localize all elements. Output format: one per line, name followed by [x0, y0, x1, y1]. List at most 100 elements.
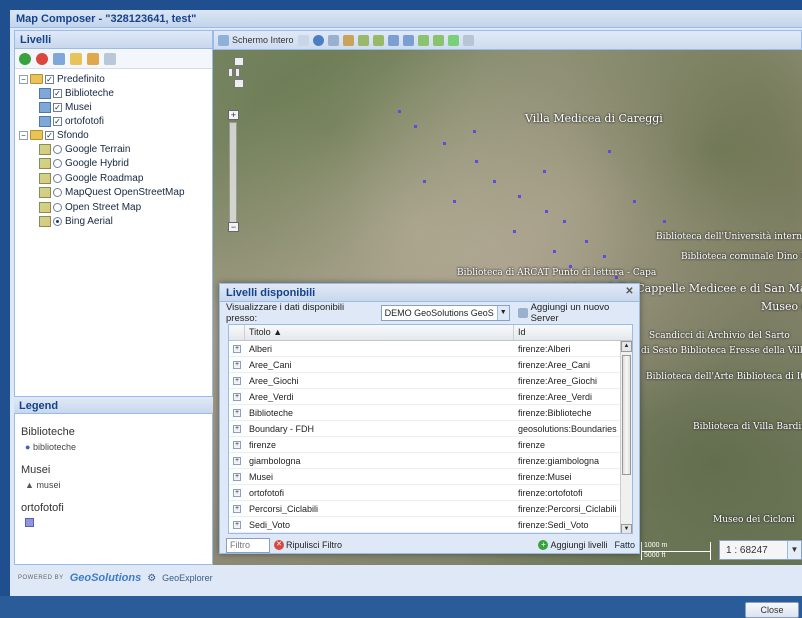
table-row[interactable]: + Musei firenze:Musei [229, 469, 632, 485]
expand-icon[interactable]: + [233, 488, 241, 497]
pan-up-icon[interactable] [234, 57, 244, 66]
map-marker[interactable] [493, 180, 496, 183]
tree-base-layer-item[interactable]: Google Roadmap [19, 171, 208, 186]
close-button[interactable]: Close [745, 602, 799, 618]
zoom-in-icon[interactable] [357, 34, 369, 46]
map-marker[interactable] [603, 255, 606, 258]
table-row[interactable]: + Aree_Giochi firenze:Aree_Giochi [229, 373, 632, 389]
table-row[interactable]: + Biblioteche firenze:Biblioteche [229, 405, 632, 421]
radio-button[interactable] [53, 144, 62, 154]
expand-icon[interactable]: + [233, 344, 241, 353]
layer-properties-icon[interactable] [53, 52, 65, 65]
map-marker[interactable] [615, 276, 618, 279]
add-layers-button[interactable]: + Aggiungi livelli [538, 540, 607, 550]
map-marker[interactable] [633, 200, 636, 203]
column-title-header[interactable]: Titolo ▲ [245, 325, 514, 340]
radio-button[interactable] [53, 188, 62, 198]
pan-left-icon[interactable] [228, 68, 233, 77]
map-marker[interactable] [608, 150, 611, 153]
checkbox[interactable]: ✓ [45, 74, 54, 84]
pan-icon[interactable] [297, 34, 309, 46]
map-marker[interactable] [453, 200, 456, 203]
collapse-icon[interactable]: − [19, 130, 28, 140]
scroll-down-icon[interactable]: ▼ [621, 524, 632, 533]
server-select[interactable]: DEMO GeoSolutions GeoS ▼ [380, 305, 510, 321]
table-row[interactable]: + firenze firenze [229, 437, 632, 453]
checkbox[interactable]: ✓ [53, 88, 62, 98]
chevron-down-icon[interactable]: ▼ [787, 541, 801, 559]
radio-button[interactable] [53, 173, 62, 183]
expand-icon[interactable]: + [233, 360, 241, 369]
map-marker[interactable] [443, 142, 446, 145]
tree-base-layer-item[interactable]: MapQuest OpenStreetMap [19, 186, 208, 201]
map-marker[interactable] [518, 195, 521, 198]
measure-icon[interactable] [342, 34, 354, 46]
scroll-thumb[interactable] [622, 355, 631, 475]
map-marker[interactable] [423, 180, 426, 183]
print-icon[interactable] [462, 34, 474, 46]
zoom-out-button[interactable]: − [228, 222, 239, 232]
table-row[interactable]: + Sedi_Voto firenze:Sedi_Voto [229, 517, 632, 533]
add-server-button[interactable]: Aggiungi un nuovo Server [517, 302, 639, 324]
tree-base-layer-item[interactable]: Google Terrain [19, 142, 208, 157]
fullscreen-button[interactable]: Schermo Intero [218, 34, 294, 46]
zoom-slider[interactable] [229, 122, 237, 232]
tree-layer-item[interactable]: ✓ ortofotofi [19, 114, 208, 128]
checkbox[interactable]: ✓ [45, 130, 54, 140]
remove-layer-icon[interactable] [36, 52, 48, 65]
map-marker[interactable] [543, 170, 546, 173]
map-marker[interactable] [473, 130, 476, 133]
expand-icon[interactable]: + [233, 376, 241, 385]
done-button[interactable]: Fatto [614, 540, 635, 550]
tree-base-layer-item[interactable]: Google Hybrid [19, 157, 208, 172]
expand-icon[interactable]: + [233, 520, 241, 529]
tree-group-sfondo[interactable]: − ✓ Sfondo [19, 128, 208, 142]
collapse-icon[interactable]: − [19, 74, 28, 84]
filter-input[interactable] [226, 537, 270, 553]
tree-base-layer-item[interactable]: Open Street Map [19, 200, 208, 215]
clear-filter-button[interactable]: ✕ Ripulisci Filtro [274, 540, 342, 550]
table-row[interactable]: + ortofotofi firenze:ortofotofi [229, 485, 632, 501]
pan-control[interactable] [227, 56, 244, 89]
map-marker[interactable] [398, 110, 401, 113]
tree-layer-item[interactable]: ✓ Biblioteche [19, 86, 208, 100]
radio-button[interactable] [53, 202, 62, 212]
column-id-header[interactable]: Id [514, 325, 622, 340]
pan-down-icon[interactable] [234, 79, 244, 88]
expand-icon[interactable]: + [233, 456, 241, 465]
radio-button[interactable] [53, 217, 62, 227]
style-icon[interactable] [104, 52, 116, 65]
scroll-up-icon[interactable]: ▲ [621, 341, 632, 352]
expand-icon[interactable]: + [233, 408, 241, 417]
map-marker[interactable] [585, 240, 588, 243]
table-row[interactable]: + Percorsi_Ciclabili firenze:Percorsi_Cicl… [229, 501, 632, 517]
back-icon[interactable] [417, 34, 429, 46]
forward-icon[interactable] [432, 34, 444, 46]
table-row[interactable]: +Siepifirenze:Siepi [229, 533, 632, 534]
map-marker[interactable] [545, 210, 548, 213]
add-layer-icon[interactable] [19, 52, 31, 65]
tree-layer-item[interactable]: ✓ Musei [19, 100, 208, 114]
zoom-layer-icon[interactable] [387, 34, 399, 46]
remove-group-icon[interactable] [87, 52, 99, 65]
map-marker[interactable] [553, 250, 556, 253]
tree-base-layer-item[interactable]: Bing Aerial [19, 215, 208, 230]
zoom-max-icon[interactable] [402, 34, 414, 46]
table-row[interactable]: + Aree_Cani firenze:Aree_Cani [229, 357, 632, 373]
checkbox[interactable]: ✓ [53, 102, 62, 112]
map-marker[interactable] [414, 125, 417, 128]
zoom-out-icon[interactable] [372, 34, 384, 46]
table-row[interactable]: + Alberi firenze:Alberi [229, 341, 632, 357]
map-marker[interactable] [513, 230, 516, 233]
zoom-box-icon[interactable] [327, 34, 339, 46]
table-row[interactable]: + Aree_Verdi firenze:Aree_Verdi [229, 389, 632, 405]
scale-selector[interactable]: 1 : 68247 ▼ [719, 540, 802, 560]
table-row[interactable]: + Boundary - FDH geosolutions:Boundaries [229, 421, 632, 437]
tree-group-predefinito[interactable]: − ✓ Predefinito [19, 72, 208, 86]
expand-icon[interactable]: + [233, 392, 241, 401]
zoom-extent-icon[interactable] [447, 34, 459, 46]
radio-button[interactable] [53, 159, 62, 169]
close-icon[interactable]: ✕ [624, 287, 635, 298]
expand-icon[interactable]: + [233, 472, 241, 481]
map-marker[interactable] [569, 265, 572, 268]
